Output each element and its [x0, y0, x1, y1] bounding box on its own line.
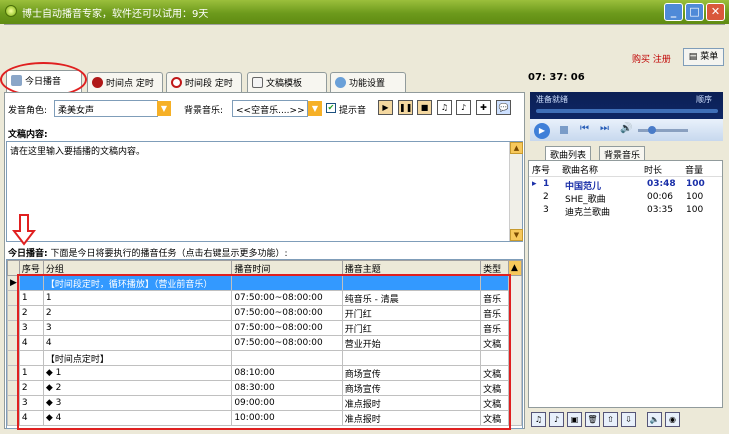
- prompt-label: 提示音: [339, 106, 367, 116]
- menu-label: 菜单: [700, 52, 719, 62]
- player-status: 准备就绪: [536, 95, 568, 104]
- music-note-icon[interactable]: ♫: [437, 100, 452, 115]
- volume-icon[interactable]: 🔈: [647, 412, 662, 427]
- song-list: 序号 歌曲名称 时长 音量 ▸ 1 中国范儿 03:48 100 2 SHE_歌…: [528, 160, 723, 408]
- stop-icon[interactable]: ■: [417, 100, 432, 115]
- playing-arrow-icon: ▸: [532, 179, 537, 189]
- tab-song-list[interactable]: 歌曲列表: [545, 146, 592, 161]
- folder-icon[interactable]: ▣: [567, 412, 582, 427]
- settings-icon[interactable]: ◉: [665, 412, 680, 427]
- playlist-toolbar: ♫ ♪ ▣ 🗑 ⇧ ⇩ 🔈 ◉: [528, 410, 723, 430]
- player-controls: ▶ ⏮ ⏭ 🔊: [530, 119, 723, 141]
- voice-label: 发音角色:: [8, 106, 48, 116]
- tab-time-range[interactable]: 时间段 定时: [166, 72, 242, 92]
- song-list-header: 序号 歌曲名称 时长 音量: [529, 163, 722, 177]
- voice-icon[interactable]: ♪: [456, 100, 471, 115]
- volume-slider[interactable]: [638, 129, 688, 132]
- divider: [4, 24, 725, 25]
- clock-display: 07: 37: 06: [528, 72, 585, 83]
- today-label: 今日播音:: [8, 249, 48, 259]
- voice-select[interactable]: 柔美女声: [54, 100, 158, 117]
- menu-icon: ▤: [688, 52, 698, 62]
- red-arrow-down-icon: [12, 214, 36, 246]
- volume-icon[interactable]: 🔊: [620, 123, 632, 134]
- highlight-rectangle: [17, 274, 511, 430]
- play-icon[interactable]: ▶: [534, 123, 550, 139]
- tab-templates[interactable]: 文稿模板: [247, 72, 327, 92]
- chevron-down-icon[interactable]: ▼: [308, 101, 322, 116]
- trash-icon[interactable]: 🗑: [585, 412, 600, 427]
- bgm-label: 背景音乐:: [184, 106, 224, 116]
- tab-time-point[interactable]: 时间点 定时: [87, 72, 163, 92]
- stop-icon[interactable]: [560, 126, 568, 134]
- previous-icon[interactable]: ⏮: [580, 123, 589, 134]
- list-item[interactable]: 3 迪克兰歌曲 03:35 100: [529, 205, 722, 219]
- manuscript-scrollbar[interactable]: ▲ ▼: [509, 142, 523, 241]
- title-bar: 博士自动播音专家，软件还可以试用：9天 _ □ ✕: [0, 0, 729, 24]
- scroll-up-icon[interactable]: ▲: [510, 142, 523, 154]
- volume-knob[interactable]: [648, 126, 656, 134]
- progress-track[interactable]: [536, 109, 718, 113]
- chevron-down-icon[interactable]: ▼: [157, 101, 171, 116]
- scroll-down-icon[interactable]: ▼: [510, 229, 523, 241]
- add-music-icon[interactable]: ♫: [531, 412, 546, 427]
- move-down-icon[interactable]: ⇩: [621, 412, 636, 427]
- alarm-clock-icon: [92, 77, 103, 88]
- document-icon: [252, 77, 263, 88]
- next-icon[interactable]: ⏭: [600, 123, 609, 134]
- buy-register-link[interactable]: 购买 注册: [632, 52, 671, 65]
- move-up-icon[interactable]: ⇧: [603, 412, 618, 427]
- gear-icon: [335, 77, 346, 88]
- play-icon[interactable]: ▶: [378, 100, 393, 115]
- play-mode[interactable]: 顺序: [696, 94, 712, 105]
- pause-icon[interactable]: ❚❚: [398, 100, 413, 115]
- bgm-select[interactable]: <<空音乐....>>: [232, 100, 308, 117]
- window-title: 博士自动播音专家，软件还可以试用：9天: [22, 9, 209, 20]
- menu-button[interactable]: ▤ 菜单: [683, 48, 724, 66]
- list-item[interactable]: ▸ 1 中国范儿 03:48 100: [529, 179, 722, 193]
- tab-settings[interactable]: 功能设置: [330, 72, 406, 92]
- add-document-icon[interactable]: ✚: [476, 100, 491, 115]
- list-item[interactable]: 2 SHE_歌曲 00:06 100: [529, 192, 722, 206]
- tab-background-music[interactable]: 背景音乐: [599, 146, 646, 161]
- today-label-row: 今日播音: 下面是今日将要执行的播音任务（点击右键显示更多功能）:: [8, 246, 288, 259]
- minimize-button[interactable]: _: [664, 3, 683, 21]
- clock-icon: [171, 77, 182, 88]
- prompt-checkbox[interactable]: ✔: [326, 103, 336, 113]
- remove-music-icon[interactable]: ♪: [549, 412, 564, 427]
- app-icon: [5, 5, 17, 17]
- manuscript-label: 文稿内容:: [8, 130, 48, 140]
- close-button[interactable]: ✕: [706, 3, 725, 21]
- today-hint: 下面是今日将要执行的播音任务（点击右键显示更多功能）:: [50, 249, 288, 259]
- manuscript-input[interactable]: 请在这里输入要插播的文稿内容。: [6, 141, 523, 242]
- speech-bubble-icon[interactable]: 💬: [496, 100, 511, 115]
- maximize-button[interactable]: □: [685, 3, 704, 21]
